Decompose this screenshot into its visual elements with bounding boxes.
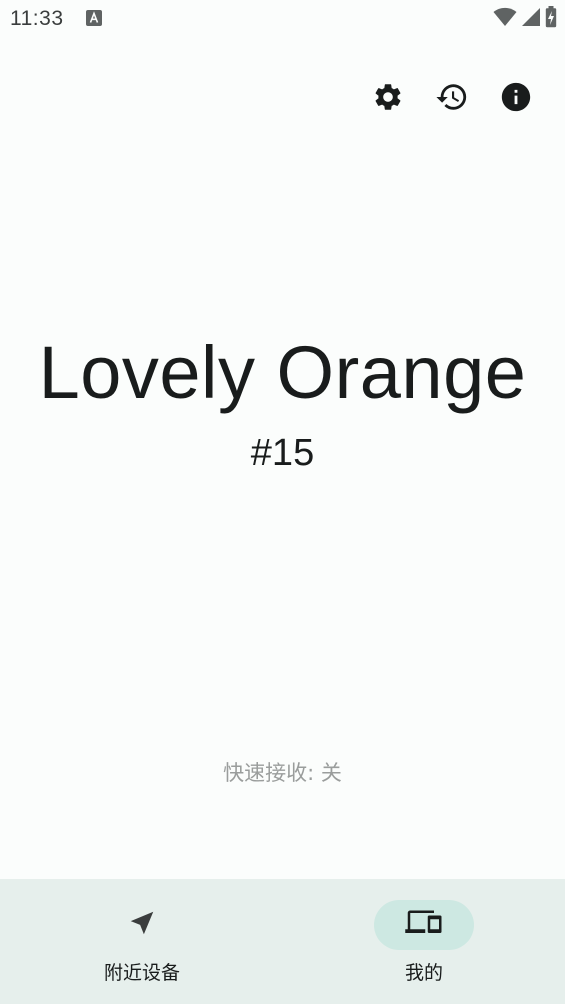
bottom-navigation: 附近设备 我的 (0, 879, 565, 1004)
device-number: #15 (250, 432, 315, 474)
info-button[interactable] (497, 80, 535, 118)
status-icons (493, 6, 557, 32)
top-actions (369, 80, 535, 118)
info-icon (499, 80, 533, 118)
nav-item-mine[interactable]: 我的 (324, 879, 524, 1004)
device-name: Lovely Orange (38, 331, 527, 414)
nav-label: 附近设备 (103, 962, 180, 984)
nav-icon-container-selected (374, 900, 474, 950)
nav-item-nearby-devices[interactable]: 附近设备 (42, 879, 242, 1004)
settings-button[interactable] (369, 80, 407, 118)
status-time: 11:33 (10, 7, 64, 30)
signal-icon (521, 7, 541, 31)
history-icon (435, 80, 469, 118)
history-button[interactable] (433, 80, 471, 118)
battery-charging-icon (545, 6, 557, 32)
wifi-icon (493, 7, 517, 31)
a-letter-icon (86, 10, 102, 26)
nav-icon-container (92, 900, 192, 950)
devices-icon (404, 908, 444, 942)
screen: 11:33 Lovely Orange #15 快速接收: 关 附近设备 我的 (0, 0, 565, 1004)
nav-label: 我的 (404, 962, 443, 984)
navigation-arrow-icon (127, 908, 157, 942)
status-bar: 11:33 (0, 0, 565, 38)
settings-gear-icon (372, 81, 404, 117)
quick-receive-status[interactable]: 快速接收: 关 (0, 757, 565, 787)
